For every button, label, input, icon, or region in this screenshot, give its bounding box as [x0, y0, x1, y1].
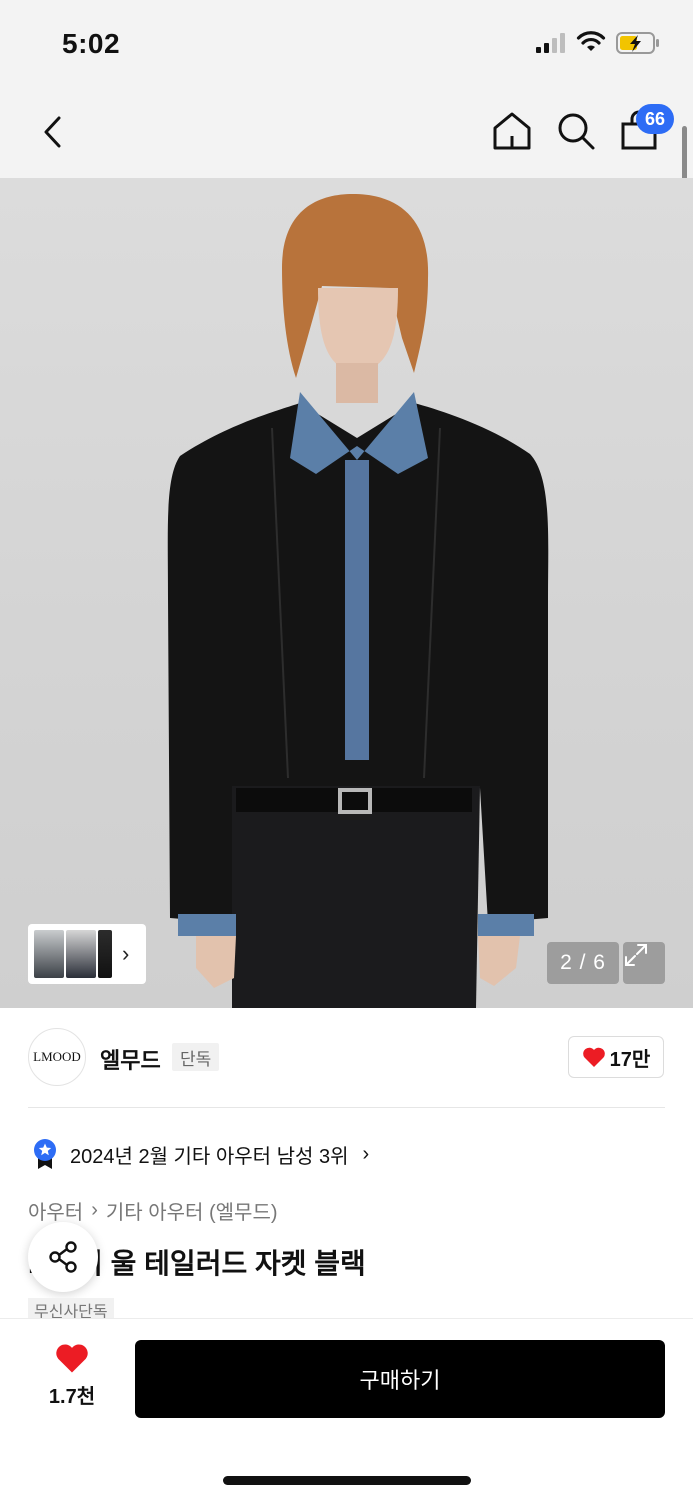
share-icon [49, 1241, 77, 1273]
chevron-left-icon [44, 116, 61, 148]
heart-icon [56, 1344, 88, 1373]
image-counter: 2 / 6 [547, 942, 619, 984]
thumbnail[interactable] [34, 930, 64, 978]
brand-like-count: 17만 [609, 1048, 651, 1071]
breadcrumb-separator: › [91, 1199, 98, 1221]
battery-charging-icon [616, 32, 659, 54]
breadcrumb: 아우터 › 기타 아우터 (엘무드) [28, 1196, 278, 1225]
divider [28, 1107, 665, 1108]
nav-bar [0, 88, 693, 178]
brand-name[interactable]: 엘무드 [100, 1043, 161, 1075]
like-count: 1.7천 [48, 1386, 96, 1408]
thumbnail[interactable] [98, 930, 112, 978]
signal-icon [536, 33, 565, 53]
cart-count-badge: 66 [636, 104, 674, 134]
breadcrumb-item[interactable]: 아우터 [28, 1196, 83, 1225]
product-photo [167, 193, 549, 1008]
search-button[interactable] [554, 108, 598, 154]
chevron-right-icon: › [122, 941, 130, 966]
home-indicator [223, 1476, 471, 1485]
product-image[interactable]: › 2 / 6 [0, 178, 693, 1008]
ranking-medal-icon [34, 1139, 56, 1169]
back-button[interactable] [34, 110, 70, 154]
thumbnail[interactable] [66, 930, 96, 978]
search-icon [558, 113, 595, 150]
expand-button[interactable] [623, 942, 665, 984]
brand-exclusive-tag: 단독 [172, 1043, 220, 1071]
status-time: 5:02 [62, 28, 121, 59]
breadcrumb-item[interactable]: 기타 아우터 (엘무드) [106, 1196, 278, 1225]
home-icon [493, 112, 531, 150]
expand-icon [625, 944, 647, 966]
brand-logo[interactable]: LMOOD [28, 1028, 86, 1086]
wifi-icon [576, 31, 606, 51]
brand-like-button[interactable]: 17만 [568, 1036, 664, 1078]
ranking-link[interactable]: 2024년 2월 기타 아우터 남성 3위 › [32, 1138, 369, 1170]
like-button[interactable]: 1.7천 [34, 1342, 110, 1412]
chevron-right-icon: › [362, 1142, 370, 1165]
thumbnail-strip[interactable]: › [28, 924, 146, 984]
status-bar: 5:02 [0, 0, 693, 88]
buy-button[interactable]: 구매하기 [135, 1340, 665, 1418]
share-button[interactable] [28, 1222, 98, 1292]
home-button[interactable] [490, 108, 534, 154]
heart-icon [582, 1047, 605, 1067]
ranking-text: 2024년 2월 기타 아우터 남성 3위 [70, 1145, 349, 1168]
